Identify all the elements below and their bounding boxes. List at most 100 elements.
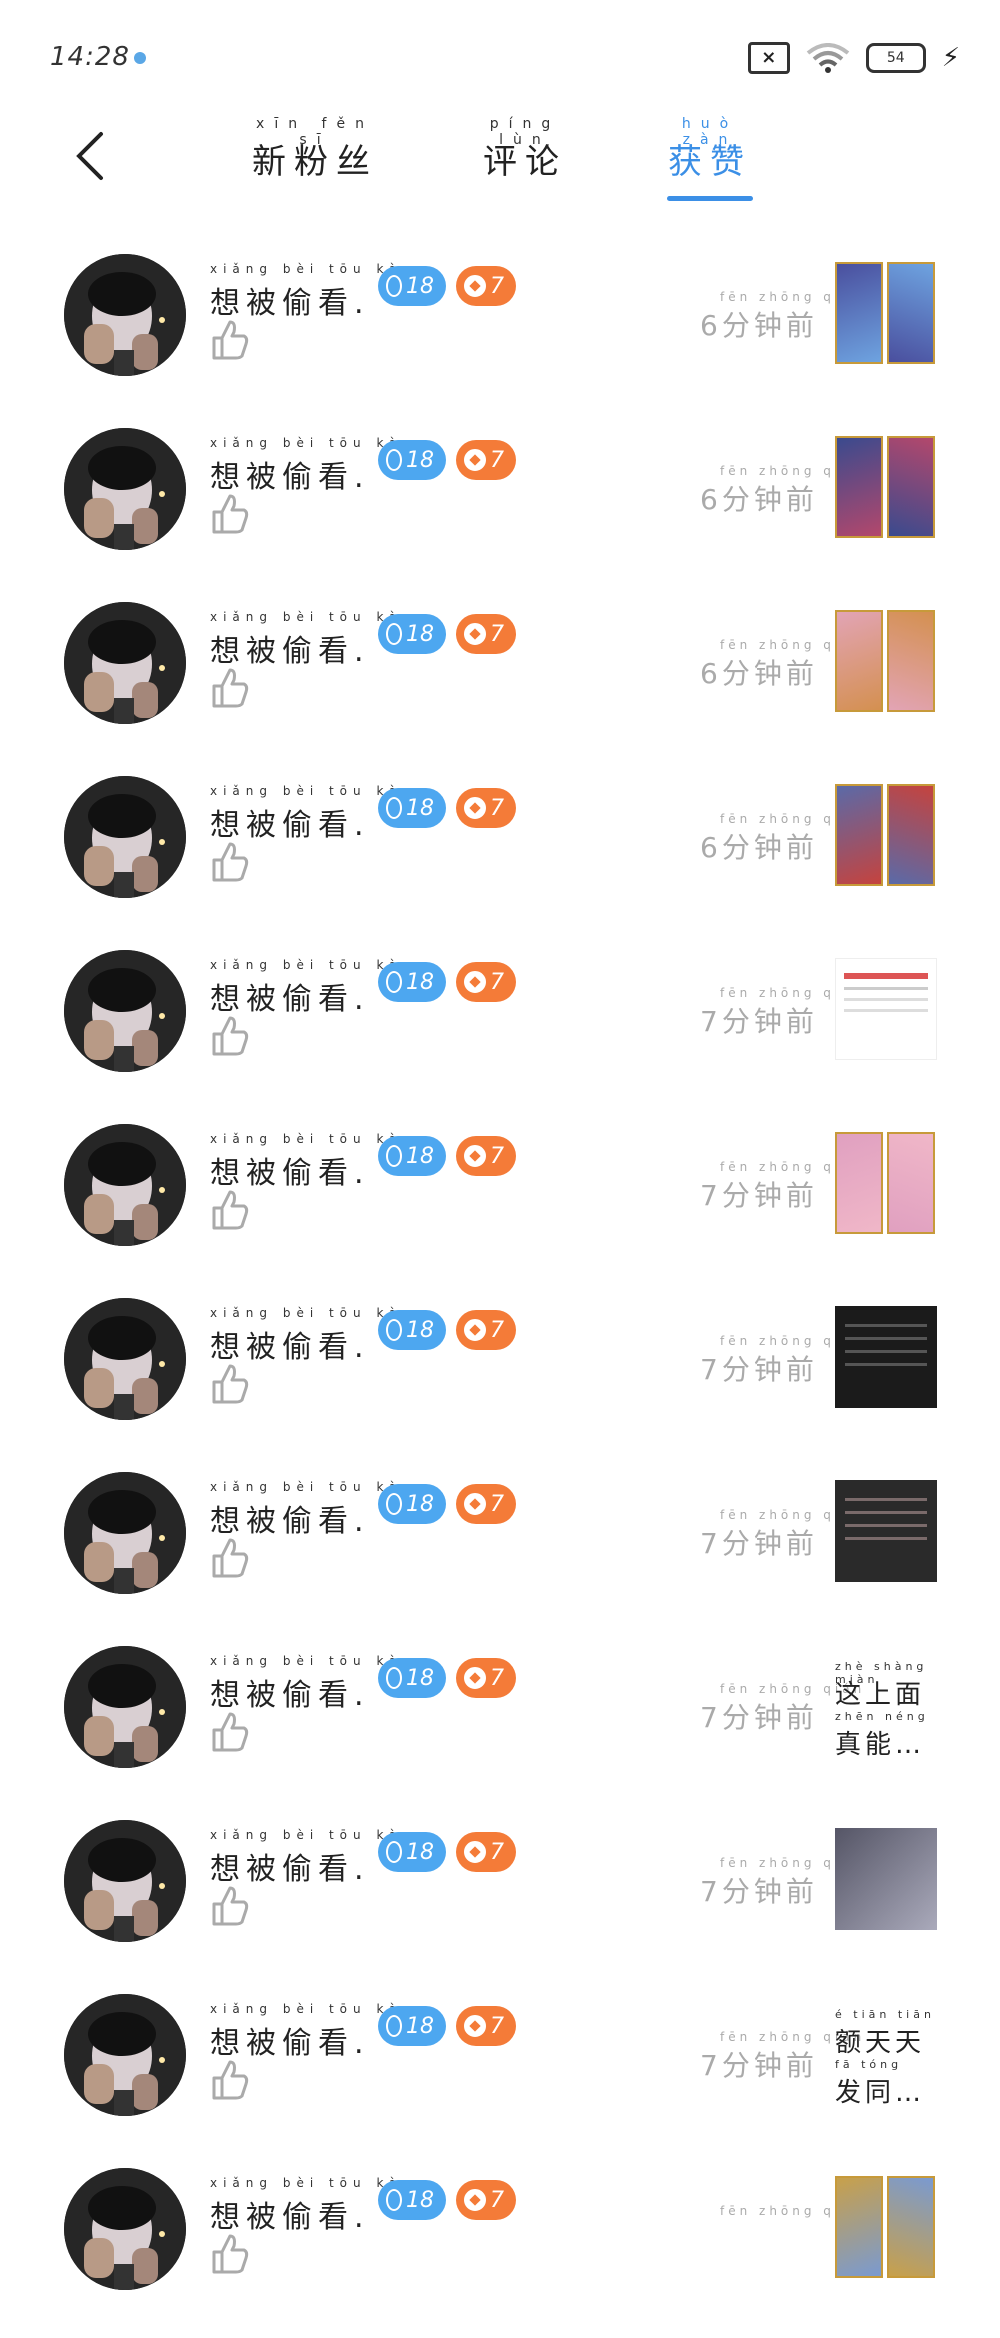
avatar[interactable] [64, 1298, 186, 1420]
list-item[interactable]: xiǎng bèi tōu kàn 想被偷看. 18 7 fēn zhōng qián 7… [0, 1120, 1000, 1294]
tab-label: 评论 [483, 142, 567, 182]
thumbs-up-icon [210, 666, 250, 710]
fire-badge: 7 [456, 1832, 516, 1872]
fire-value: 7 [490, 1665, 504, 1691]
tab-comments[interactable]: píng lùn 评论 [480, 116, 570, 206]
list-item[interactable]: xiǎng bèi tōu kàn 想被偷看. 18 7 fēn zhōng qián [0, 2164, 1000, 2338]
post-thumbnail[interactable] [835, 1828, 937, 1930]
gender-icon [386, 1145, 402, 1167]
fire-badge: 7 [456, 962, 516, 1002]
level-badge: 18 [378, 962, 446, 1002]
level-badge: 18 [378, 2180, 446, 2220]
gender-icon [386, 2015, 402, 2037]
chevron-left-icon [76, 132, 103, 180]
fire-icon [464, 2189, 486, 2211]
level-badge: 18 [378, 266, 446, 306]
avatar[interactable] [64, 1820, 186, 1942]
level-value: 18 [406, 1839, 434, 1865]
post-thumbnail[interactable] [835, 436, 937, 538]
list-item[interactable]: xiǎng bèi tōu kàn 想被偷看. 18 7 fēn zhōng qián 7… [0, 1816, 1000, 1990]
fire-value: 7 [490, 2013, 504, 2039]
level-badge: 18 [378, 614, 446, 654]
avatar[interactable] [64, 254, 186, 376]
fire-value: 7 [490, 2187, 504, 2213]
fire-badge: 7 [456, 1310, 516, 1350]
post-thumbnail[interactable] [835, 262, 937, 364]
fire-icon [464, 1841, 486, 1863]
level-badge: 18 [378, 1310, 446, 1350]
level-value: 18 [406, 969, 434, 995]
fire-value: 7 [490, 273, 504, 299]
fire-badge: 7 [456, 266, 516, 306]
level-badge: 18 [378, 2006, 446, 2046]
level-value: 18 [406, 795, 434, 821]
tab-likes[interactable]: huò zàn 获赞 [665, 116, 755, 206]
list-item[interactable]: xiǎng bèi tōu kàn 想被偷看. 18 7 fēn zhōng qián 6… [0, 598, 1000, 772]
list-item[interactable]: xiǎng bèi tōu kàn 想被偷看. 18 7 fēn zhōng qián 7… [0, 1468, 1000, 1642]
list-item[interactable]: xiǎng bèi tōu kàn 想被偷看. 18 7 fēn zhōng qián 7… [0, 1642, 1000, 1816]
level-value: 18 [406, 1665, 434, 1691]
fire-icon [464, 1145, 486, 1167]
thumb-text-line: 这上面 [835, 1680, 926, 1710]
avatar[interactable] [64, 428, 186, 550]
fire-icon [464, 275, 486, 297]
post-thumbnail-text[interactable]: zhè shàng miàn 这上面 zhēn néng 真能… [835, 1660, 945, 1760]
back-button[interactable] [60, 116, 120, 196]
post-thumbnail[interactable] [835, 958, 937, 1060]
status-icons: × 54 ⚡ [747, 42, 960, 74]
gender-icon [386, 275, 402, 297]
avatar[interactable] [64, 950, 186, 1072]
no-sim-icon: × [747, 42, 790, 74]
avatar[interactable] [64, 602, 186, 724]
level-value: 18 [406, 1491, 434, 1517]
thumb-pinyin: fā tóng [835, 2058, 903, 2071]
post-thumbnail[interactable] [835, 784, 937, 886]
thumbs-up-icon [210, 1362, 250, 1406]
post-thumbnail[interactable] [835, 1132, 937, 1234]
list-item[interactable]: xiǎng bèi tōu kàn 想被偷看. 18 7 fēn zhōng qián 7… [0, 1990, 1000, 2164]
fire-badge: 7 [456, 2180, 516, 2220]
charging-icon: ⚡ [941, 43, 960, 73]
status-bar: 14:28 × 54 ⚡ [0, 0, 1000, 110]
avatar[interactable] [64, 2168, 186, 2290]
battery-icon: 54 [865, 43, 926, 73]
fire-value: 7 [490, 1143, 504, 1169]
thumbs-up-icon [210, 1710, 250, 1754]
status-time: 14:28 [50, 42, 130, 72]
tab-pinyin: píng lùn [489, 116, 561, 148]
fire-badge: 7 [456, 440, 516, 480]
post-thumbnail-text[interactable]: é tiān tiān 额天天 fā tóng 发同… [835, 2008, 945, 2108]
thumb-text-line: 额天天 [835, 2028, 926, 2058]
thumbs-up-icon [210, 1014, 250, 1058]
avatar[interactable] [64, 1646, 186, 1768]
post-thumbnail[interactable] [835, 1306, 937, 1408]
thumbs-up-icon [210, 492, 250, 536]
fire-icon [464, 1319, 486, 1341]
fire-icon [464, 971, 486, 993]
avatar[interactable] [64, 1472, 186, 1594]
list-item[interactable]: xiǎng bèi tōu kàn 想被偷看. 18 7 fēn zhōng qián 6… [0, 424, 1000, 598]
list-item[interactable]: xiǎng bèi tōu kàn 想被偷看. 18 7 fēn zhōng qián 6… [0, 250, 1000, 424]
post-thumbnail[interactable] [835, 2176, 937, 2278]
tab-new-fans[interactable]: xīn fěn sī 新粉丝 [250, 116, 380, 206]
thumbs-up-icon [210, 1188, 250, 1232]
notification-dot-icon [134, 52, 146, 64]
list-item[interactable]: xiǎng bèi tōu kàn 想被偷看. 18 7 fēn zhōng qián 7… [0, 1294, 1000, 1468]
list-item[interactable]: xiǎng bèi tōu kàn 想被偷看. 18 7 fēn zhōng qián 7… [0, 946, 1000, 1120]
fire-badge: 7 [456, 1658, 516, 1698]
fire-badge: 7 [456, 2006, 516, 2046]
thumbs-up-icon [210, 2232, 250, 2276]
fire-badge: 7 [456, 1484, 516, 1524]
post-thumbnail[interactable] [835, 610, 937, 712]
gender-icon [386, 1319, 402, 1341]
avatar[interactable] [64, 1124, 186, 1246]
wifi-icon [806, 43, 849, 73]
list-item[interactable]: xiǎng bèi tōu kàn 想被偷看. 18 7 fēn zhōng qián 6… [0, 772, 1000, 946]
fire-icon [464, 623, 486, 645]
level-value: 18 [406, 447, 434, 473]
avatar[interactable] [64, 776, 186, 898]
avatar[interactable] [64, 1994, 186, 2116]
fire-icon [464, 1667, 486, 1689]
level-value: 18 [406, 2013, 434, 2039]
post-thumbnail[interactable] [835, 1480, 937, 1582]
